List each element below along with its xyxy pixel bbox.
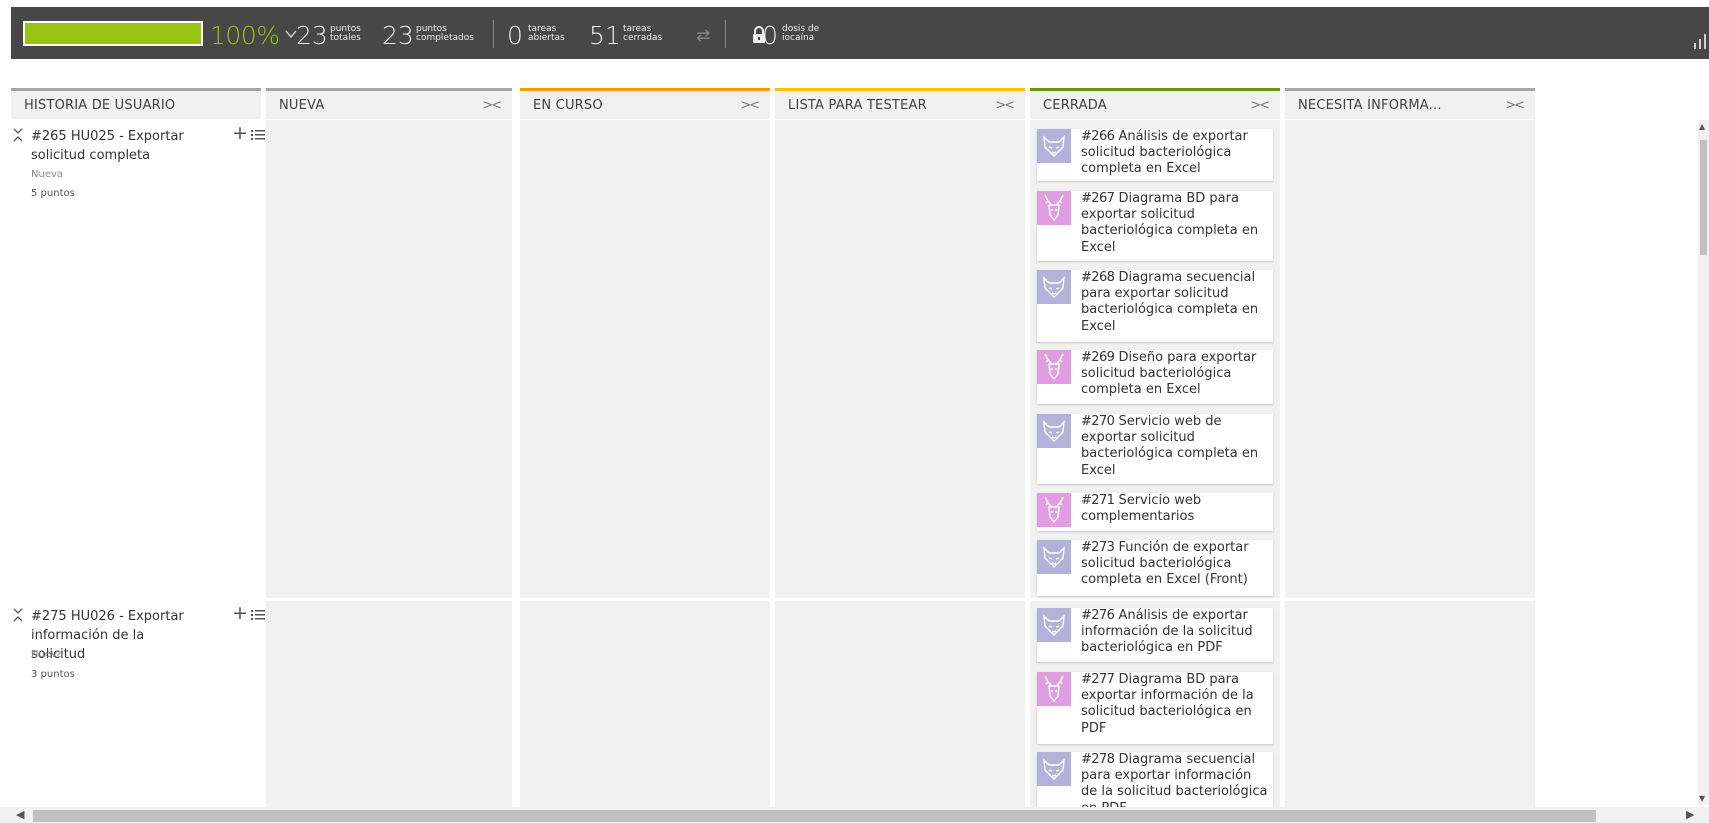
wolf-avatar-icon bbox=[1037, 270, 1071, 304]
task-card[interactable]: #277 Diagrama BD para exportar informaci… bbox=[1037, 672, 1273, 744]
user-story-row: #265 HU025 - Exportar solicitud completa… bbox=[11, 124, 265, 597]
task-card[interactable]: #266 Análisis de exportar solicitud bact… bbox=[1037, 129, 1273, 181]
open-tasks-label: tareas abiertas bbox=[528, 24, 565, 43]
closed-tasks-value: 51 bbox=[589, 21, 621, 50]
horizontal-scrollbar[interactable]: ◀ ▶ bbox=[0, 807, 1709, 823]
vertical-scrollbar[interactable]: ▲ ▼ bbox=[1698, 120, 1709, 805]
closed-tasks-label: tareas cerradas bbox=[623, 24, 663, 43]
iocaine-doses-label: dosis de iocaína bbox=[782, 24, 820, 43]
task-card[interactable]: #269 Diseño para exportar solicitud bact… bbox=[1037, 350, 1273, 404]
fold-column-icon[interactable]: >< bbox=[740, 98, 760, 113]
column-header-in-progress: EN CURSO >< bbox=[520, 88, 770, 119]
divider bbox=[493, 20, 494, 48]
wolf-avatar-icon bbox=[1037, 608, 1071, 642]
task-card[interactable]: #276 Análisis de exportar información de… bbox=[1037, 608, 1273, 662]
task-ref[interactable]: #277 bbox=[1081, 672, 1115, 687]
wolf-avatar-icon bbox=[1037, 540, 1071, 574]
divider bbox=[725, 20, 726, 48]
total-points-label: puntos totales bbox=[330, 24, 361, 43]
user-story-status: Nueva bbox=[31, 649, 64, 660]
task-ref[interactable]: #270 bbox=[1081, 414, 1115, 429]
task-card-text[interactable]: #266 Análisis de exportar solicitud bact… bbox=[1081, 129, 1269, 178]
fold-column-icon[interactable]: >< bbox=[1250, 98, 1270, 113]
sprint-progress-bar bbox=[23, 21, 203, 46]
swimlane-cell bbox=[520, 601, 770, 807]
collapse-icon[interactable] bbox=[12, 127, 24, 143]
swimlane-cell bbox=[1285, 120, 1535, 598]
column-header-needs-info: NECESITA INFORMA... >< bbox=[1285, 88, 1535, 119]
task-ref[interactable]: #267 bbox=[1081, 191, 1115, 206]
task-card-text[interactable]: #276 Análisis de exportar información de… bbox=[1081, 608, 1269, 657]
wolf-avatar-icon bbox=[1037, 752, 1071, 786]
column-header-new: NUEVA >< bbox=[266, 88, 512, 119]
task-card-text[interactable]: #269 Diseño para exportar solicitud bact… bbox=[1081, 350, 1269, 399]
iocaine-doses-value: 0 bbox=[762, 21, 778, 50]
task-ref[interactable]: #269 bbox=[1081, 350, 1115, 365]
wolf-avatar-icon bbox=[1037, 414, 1071, 448]
task-ref[interactable]: #271 bbox=[1081, 493, 1115, 508]
wolf-avatar-icon bbox=[1037, 129, 1071, 163]
swimlane-cell bbox=[266, 120, 512, 598]
task-card-text[interactable]: #270 Servicio web de exportar solicitud … bbox=[1081, 414, 1269, 479]
scroll-down-arrow-icon[interactable]: ▼ bbox=[1699, 794, 1705, 803]
progress-percent: 100% bbox=[210, 21, 280, 50]
bulk-add-list-icon[interactable] bbox=[251, 129, 265, 143]
swimlane-cell bbox=[1285, 601, 1535, 807]
collapse-icon[interactable] bbox=[12, 607, 24, 623]
column-header-ready-for-test: LISTA PARA TESTEAR >< bbox=[775, 88, 1025, 119]
task-card[interactable]: #268 Diagrama secuencial para exportar s… bbox=[1037, 270, 1273, 342]
user-story-title[interactable]: #265 HU025 - Exportar solicitud completa bbox=[31, 127, 201, 165]
open-tasks-value: 0 bbox=[507, 21, 523, 50]
task-card-text[interactable]: #271 Servicio web complementarios bbox=[1081, 493, 1269, 525]
deer-avatar-icon bbox=[1037, 350, 1071, 384]
scrollbar-thumb[interactable] bbox=[1700, 140, 1707, 255]
task-ref[interactable]: #278 bbox=[1081, 752, 1115, 767]
swimlane-cell bbox=[775, 120, 1025, 598]
task-card[interactable]: #270 Servicio web de exportar solicitud … bbox=[1037, 414, 1273, 484]
task-card-text[interactable]: #277 Diagrama BD para exportar informaci… bbox=[1081, 672, 1269, 737]
user-story-points: 3 puntos bbox=[31, 669, 75, 680]
deer-avatar-icon bbox=[1037, 672, 1071, 706]
user-story-row: #275 HU026 - Exportar información de la … bbox=[11, 604, 265, 807]
user-story-points: 5 puntos bbox=[31, 188, 75, 199]
scrollbar-thumb[interactable] bbox=[33, 810, 1596, 822]
task-card[interactable]: #271 Servicio web complementarios bbox=[1037, 493, 1273, 531]
add-task-icon[interactable]: + bbox=[232, 124, 248, 143]
task-ref[interactable]: #273 bbox=[1081, 540, 1115, 555]
fold-column-icon[interactable]: >< bbox=[1505, 98, 1525, 113]
task-ref[interactable]: #266 bbox=[1081, 129, 1115, 144]
task-card-text[interactable]: #268 Diagrama secuencial para exportar s… bbox=[1081, 270, 1269, 335]
scroll-up-arrow-icon[interactable]: ▲ bbox=[1699, 122, 1705, 131]
column-header-closed: CERRADA >< bbox=[1030, 88, 1280, 119]
signal-bars-icon[interactable] bbox=[1694, 27, 1709, 49]
task-ref[interactable]: #268 bbox=[1081, 270, 1115, 285]
swap-icon[interactable]: ⇄ bbox=[696, 28, 710, 45]
deer-avatar-icon bbox=[1037, 493, 1071, 527]
fold-column-icon[interactable]: >< bbox=[482, 98, 502, 113]
add-task-icon[interactable]: + bbox=[232, 604, 248, 623]
swimlane-cell bbox=[266, 601, 512, 807]
column-header-user-story: HISTORIA DE USUARIO bbox=[11, 88, 261, 119]
task-card[interactable]: #273 Función de exportar solicitud bacte… bbox=[1037, 540, 1273, 596]
total-points-value: 23 bbox=[296, 21, 328, 50]
task-card[interactable]: #267 Diagrama BD para exportar solicitud… bbox=[1037, 191, 1273, 261]
task-card-text[interactable]: #273 Función de exportar solicitud bacte… bbox=[1081, 540, 1269, 589]
task-card-text[interactable]: #267 Diagrama BD para exportar solicitud… bbox=[1081, 191, 1269, 256]
deer-avatar-icon bbox=[1037, 191, 1071, 225]
completed-points-value: 23 bbox=[382, 21, 414, 50]
fold-column-icon[interactable]: >< bbox=[995, 98, 1015, 113]
scroll-left-arrow-icon[interactable]: ◀ bbox=[16, 808, 24, 821]
sprint-stats-bar: 100% 23 puntos totales 23 puntos completad… bbox=[11, 7, 1709, 59]
swimlane-cell bbox=[775, 601, 1025, 807]
swimlane-cell bbox=[520, 120, 770, 598]
completed-points-label: puntos completados bbox=[416, 24, 474, 43]
user-story-status: Nueva bbox=[31, 169, 64, 180]
scroll-right-arrow-icon[interactable]: ▶ bbox=[1686, 808, 1694, 821]
bulk-add-list-icon[interactable] bbox=[251, 609, 265, 623]
task-ref[interactable]: #276 bbox=[1081, 608, 1115, 623]
